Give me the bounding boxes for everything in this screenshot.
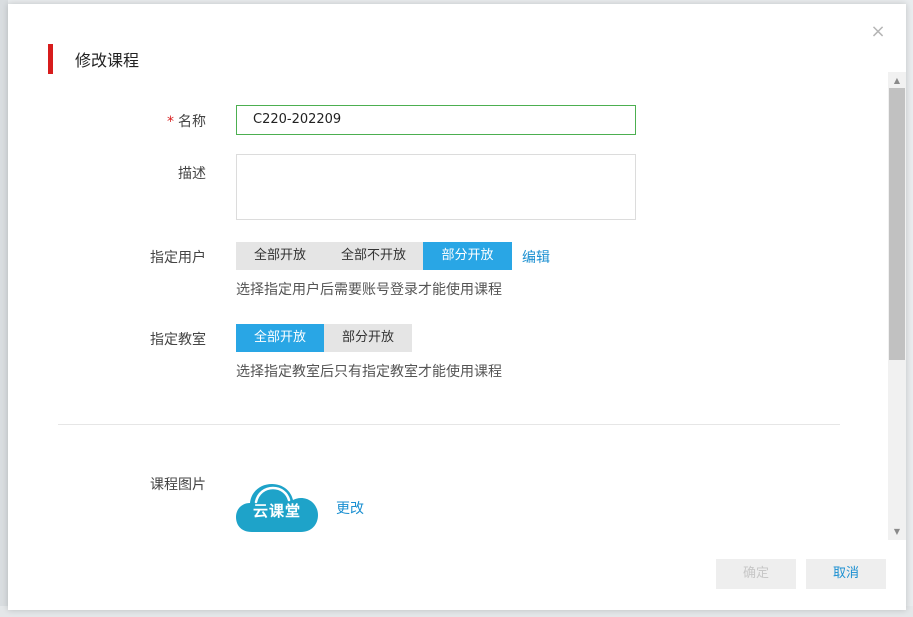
assign-classroom-segmented: 全部开放 部分开放	[236, 324, 412, 352]
name-label-text: 名称	[178, 114, 206, 130]
confirm-button[interactable]: 确定	[716, 559, 796, 589]
scroll-down-icon[interactable]: ▼	[888, 524, 906, 540]
users-option-all-open[interactable]: 全部开放	[236, 242, 324, 270]
name-label: * 名称	[86, 111, 206, 131]
cancel-button[interactable]: 取消	[806, 559, 886, 589]
users-option-all-closed[interactable]: 全部不开放	[324, 242, 423, 270]
scrollbar-thumb[interactable]	[889, 88, 905, 360]
assign-users-label: 指定用户	[150, 250, 206, 266]
description-textarea[interactable]	[236, 154, 636, 220]
logo-text: 云课堂	[252, 502, 301, 520]
change-image-link[interactable]: 更改	[336, 498, 364, 518]
scrollbar[interactable]: ▲ ▼	[888, 72, 906, 540]
edit-users-link[interactable]: 编辑	[522, 247, 550, 267]
assign-classroom-label: 指定教室	[150, 332, 206, 348]
required-mark: *	[167, 114, 174, 130]
dialog-title: 修改课程	[75, 51, 140, 70]
background-strip	[0, 0, 8, 617]
edit-course-dialog: × 修改课程 ▲ ▼ * 名称 C220-202209 描述 指定用户 全部开放 …	[8, 4, 906, 610]
section-divider	[58, 424, 840, 425]
cloud-logo-icon: 云课堂	[236, 480, 318, 534]
classroom-option-partial-open[interactable]: 部分开放	[324, 324, 412, 352]
assign-classroom-hint: 选择指定教室后只有指定教室才能使用课程	[236, 364, 502, 380]
scroll-up-icon[interactable]: ▲	[888, 72, 906, 88]
close-icon[interactable]: ×	[870, 23, 886, 41]
title-accent-bar	[48, 44, 53, 74]
description-label: 描述	[178, 166, 206, 182]
assign-users-hint: 选择指定用户后需要账号登录才能使用课程	[236, 282, 502, 298]
course-image-label: 课程图片	[150, 477, 206, 493]
users-option-partial-open[interactable]: 部分开放	[423, 242, 512, 270]
assign-users-segmented: 全部开放 全部不开放 部分开放	[236, 242, 512, 270]
classroom-option-all-open[interactable]: 全部开放	[236, 324, 324, 352]
name-input[interactable]: C220-202209	[236, 105, 636, 135]
